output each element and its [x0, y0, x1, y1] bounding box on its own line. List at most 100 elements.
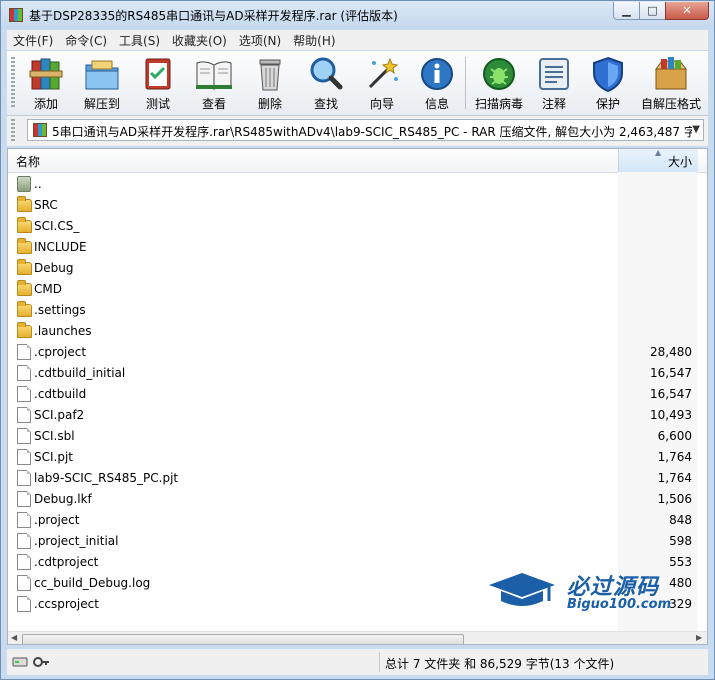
virus-scan-label: 扫描病毒: [474, 97, 523, 111]
add-books-icon: [26, 55, 66, 93]
file-size: 16,547: [650, 387, 692, 401]
file-icon: [17, 428, 31, 444]
table-row[interactable]: SCI.sbl 6,600: [8, 426, 698, 447]
view-button[interactable]: 查看: [187, 53, 241, 113]
menu-tools[interactable]: 工具(S): [113, 32, 166, 49]
file-icon: [17, 449, 31, 465]
comment-button[interactable]: 注释: [527, 53, 581, 113]
parent-folder-icon: [17, 176, 31, 192]
menu-options[interactable]: 选项(N): [233, 32, 287, 49]
scroll-left-icon[interactable]: ◀: [11, 633, 17, 642]
file-name: SRC: [34, 198, 58, 212]
file-name: SCI.pjt: [34, 450, 74, 464]
table-row[interactable]: SCI.pjt 1,764: [8, 447, 698, 468]
file-size: 598: [669, 534, 692, 548]
test-label: 测试: [145, 97, 170, 111]
file-name: Debug: [34, 261, 74, 275]
file-icon: [17, 575, 31, 591]
address-path: 5串口通讯与AD采样开发程序.rar\RS485withADv4\lab9-SC…: [52, 125, 692, 139]
watermark: 必过源码 Biguo100.com: [487, 569, 697, 619]
table-row[interactable]: ..: [8, 174, 698, 195]
file-name: ..: [34, 177, 42, 191]
menu-file[interactable]: 文件(F): [7, 32, 59, 49]
test-clipboard-icon: [138, 55, 178, 93]
table-row[interactable]: SRC: [8, 195, 698, 216]
info-label: 信息: [424, 97, 449, 111]
extract-to-label: 解压到: [83, 97, 120, 111]
chevron-down-icon[interactable]: ▼: [692, 124, 700, 135]
menu-commands[interactable]: 命令(C): [59, 32, 113, 49]
test-button[interactable]: 测试: [131, 53, 185, 113]
trash-icon: [250, 55, 290, 93]
column-name-header[interactable]: 名称: [16, 153, 40, 170]
winrar-window: 基于DSP28335的RS485串口通讯与AD采样开发程序.rar (评估版本)…: [0, 0, 715, 680]
sfx-box-icon: [651, 55, 691, 93]
protect-label: 保护: [595, 97, 620, 111]
magnifier-icon: [306, 55, 346, 93]
folder-icon: [17, 217, 32, 233]
table-row[interactable]: Debug.lkf 1,506: [8, 489, 698, 510]
file-size: 6,600: [657, 429, 692, 443]
wizard-button[interactable]: 向导: [355, 53, 409, 113]
virus-scan-button[interactable]: 扫描病毒: [469, 53, 529, 113]
file-name: INCLUDE: [34, 240, 87, 254]
table-row[interactable]: SCI.CS_: [8, 216, 698, 237]
address-grip[interactable]: [11, 119, 15, 141]
find-button[interactable]: 查找: [299, 53, 353, 113]
minimize-button[interactable]: ▁: [613, 2, 640, 20]
maximize-button[interactable]: □: [639, 2, 666, 20]
view-label: 查看: [201, 97, 226, 111]
horizontal-scrollbar[interactable]: ◀ ▶: [8, 631, 707, 644]
table-row[interactable]: CMD: [8, 279, 698, 300]
file-size: 553: [669, 555, 692, 569]
file-icon: [17, 554, 31, 570]
rar-archive-icon: [33, 123, 47, 137]
protect-button[interactable]: 保护: [581, 53, 635, 113]
folder-icon: [17, 238, 32, 254]
scroll-right-icon[interactable]: ▶: [696, 633, 702, 642]
file-icon: [17, 533, 31, 549]
file-size: 16,547: [650, 366, 692, 380]
address-field[interactable]: 5串口通讯与AD采样开发程序.rar\RS485withADv4\lab9-SC…: [27, 119, 704, 141]
column-size-header[interactable]: ▲ 大小: [618, 149, 698, 172]
info-button[interactable]: 信息: [410, 53, 464, 113]
title-bar[interactable]: 基于DSP28335的RS485串口通讯与AD采样开发程序.rar (评估版本)…: [1, 1, 714, 29]
file-name: .cdtbuild: [34, 387, 87, 401]
sort-caret-icon: ▲: [655, 148, 662, 157]
table-row[interactable]: .project_initial 598: [8, 531, 698, 552]
menu-help[interactable]: 帮助(H): [287, 32, 341, 49]
file-name: .launches: [34, 324, 92, 338]
add-button[interactable]: 添加: [19, 53, 73, 113]
toolbar-grip[interactable]: [11, 57, 15, 109]
scrollbar-thumb[interactable]: [22, 634, 464, 644]
winrar-app-icon: [9, 8, 23, 22]
table-row[interactable]: .cdtbuild_initial 16,547: [8, 363, 698, 384]
table-row[interactable]: .settings: [8, 300, 698, 321]
table-row[interactable]: SCI.paf2 10,493: [8, 405, 698, 426]
comment-label: 注释: [541, 97, 566, 111]
sfx-button[interactable]: 自解压格式: [637, 53, 705, 113]
file-size: 1,764: [657, 471, 692, 485]
close-button[interactable]: ✕: [665, 2, 709, 20]
table-row[interactable]: .launches: [8, 321, 698, 342]
menu-favorites[interactable]: 收藏夹(O): [166, 32, 233, 49]
sfx-label: 自解压格式: [640, 97, 701, 111]
file-name: Debug.lkf: [34, 492, 92, 506]
shield-icon: [588, 55, 628, 93]
drive-key-icon[interactable]: [11, 655, 51, 669]
file-icon: [17, 512, 31, 528]
table-row[interactable]: Debug: [8, 258, 698, 279]
delete-button[interactable]: 删除: [243, 53, 297, 113]
table-row[interactable]: .cdtbuild 16,547: [8, 384, 698, 405]
extract-to-button[interactable]: 解压到: [75, 53, 129, 113]
list-header: 名称 ▲ 大小: [8, 149, 707, 173]
file-size: 10,493: [650, 408, 692, 422]
status-summary: 总计 7 文件夹 和 86,529 字节(13 个文件): [385, 657, 615, 671]
find-label: 查找: [313, 97, 338, 111]
table-row[interactable]: .project 848: [8, 510, 698, 531]
extract-folder-icon: [82, 55, 122, 93]
table-row[interactable]: .cproject 28,480: [8, 342, 698, 363]
table-row[interactable]: lab9-SCIC_RS485_PC.pjt 1,764: [8, 468, 698, 489]
table-row[interactable]: INCLUDE: [8, 237, 698, 258]
file-size: 848: [669, 513, 692, 527]
